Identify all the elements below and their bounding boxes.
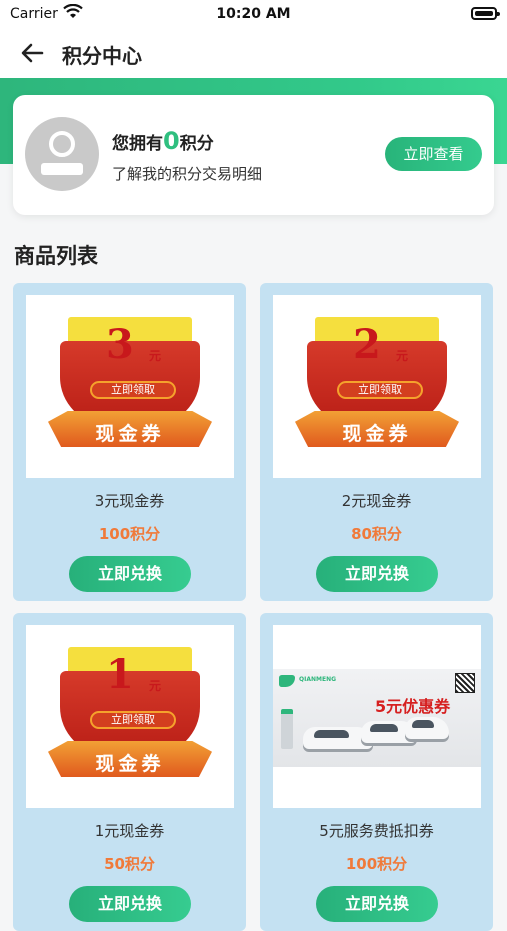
product-name: 2元现金券 <box>341 492 412 510</box>
points-prefix: 您拥有 <box>112 134 163 154</box>
cash-coupon-illustration: 1 元 立即领取 现金券 <box>26 625 234 808</box>
product-name: 3元现金券 <box>94 492 165 510</box>
product-card: 2 元 立即领取 现金券 2元现金券 80积分 立即兑换 <box>260 283 493 601</box>
charger-icon <box>281 709 293 749</box>
qr-code-icon <box>455 673 475 693</box>
points-suffix: 积分 <box>179 134 214 154</box>
coupon-unit: 元 <box>396 349 409 363</box>
points-detail-link-text: 了解我的积分交易明细 <box>112 165 263 183</box>
back-arrow-icon[interactable] <box>16 38 48 68</box>
coupon-unit: 元 <box>149 349 162 363</box>
redeem-button[interactable]: 立即兑换 <box>69 556 191 592</box>
coupon-amount: 3 <box>106 321 134 368</box>
view-details-button[interactable]: 立即查看 <box>385 137 482 171</box>
cash-coupon-illustration: 3 元 立即领取 现金券 <box>26 295 234 478</box>
product-name: 1元现金券 <box>94 822 165 840</box>
product-card: 1 元 立即领取 现金券 1元现金券 50积分 立即兑换 <box>13 613 246 931</box>
product-image: 3 元 立即领取 现金券 <box>26 295 234 478</box>
coupon-amount: 1 <box>106 651 134 698</box>
product-list-title: 商品列表 <box>14 244 98 268</box>
product-price: 80积分 <box>351 525 402 543</box>
points-value: 0 <box>163 127 180 155</box>
coupon-claim-label: 立即领取 <box>90 711 176 729</box>
page-title: 积分中心 <box>62 44 142 68</box>
voucher-title: 5元优惠券 <box>375 697 451 716</box>
product-price: 50积分 <box>104 855 155 873</box>
battery-icon <box>471 7 500 20</box>
product-image: 2 元 立即领取 现金券 <box>273 295 481 478</box>
car-icon <box>405 717 449 739</box>
points-summary-card: 您拥有0积分 了解我的积分交易明细 立即查看 <box>13 95 494 215</box>
avatar <box>25 117 99 191</box>
coupon-ribbon-text: 现金券 <box>95 753 165 775</box>
coupon-ribbon-text: 现金券 <box>95 423 165 445</box>
points-balance: 您拥有0积分 <box>112 127 214 155</box>
brand-name: QIANMENG <box>299 676 337 683</box>
nav-bar: 积分中心 <box>0 28 507 78</box>
product-card: QIANMENG 5元优惠券 5元服务费抵扣券 100积分 立即兑换 <box>260 613 493 931</box>
clock: 10:20 AM <box>216 6 291 22</box>
brand-logo-icon <box>279 675 295 687</box>
product-name: 5元服务费抵扣券 <box>319 822 434 840</box>
coupon-unit: 元 <box>149 679 162 693</box>
product-price: 100积分 <box>345 855 408 873</box>
cash-coupon-illustration: 2 元 立即领取 现金券 <box>273 295 481 478</box>
product-card: 3 元 立即领取 现金券 3元现金券 100积分 立即兑换 <box>13 283 246 601</box>
redeem-button[interactable]: 立即兑换 <box>316 556 438 592</box>
coupon-claim-label: 立即领取 <box>90 381 176 399</box>
coupon-amount: 2 <box>353 321 381 368</box>
redeem-button[interactable]: 立即兑换 <box>316 886 438 922</box>
service-voucher-illustration: QIANMENG 5元优惠券 <box>273 669 481 767</box>
coupon-claim-label: 立即领取 <box>337 381 423 399</box>
coupon-ribbon-text: 现金券 <box>342 423 412 445</box>
product-image: 1 元 立即领取 现金券 <box>26 625 234 808</box>
status-bar: Carrier 10:20 AM <box>0 0 507 28</box>
redeem-button[interactable]: 立即兑换 <box>69 886 191 922</box>
product-price: 100积分 <box>98 525 161 543</box>
product-image: QIANMENG 5元优惠券 <box>273 625 481 808</box>
